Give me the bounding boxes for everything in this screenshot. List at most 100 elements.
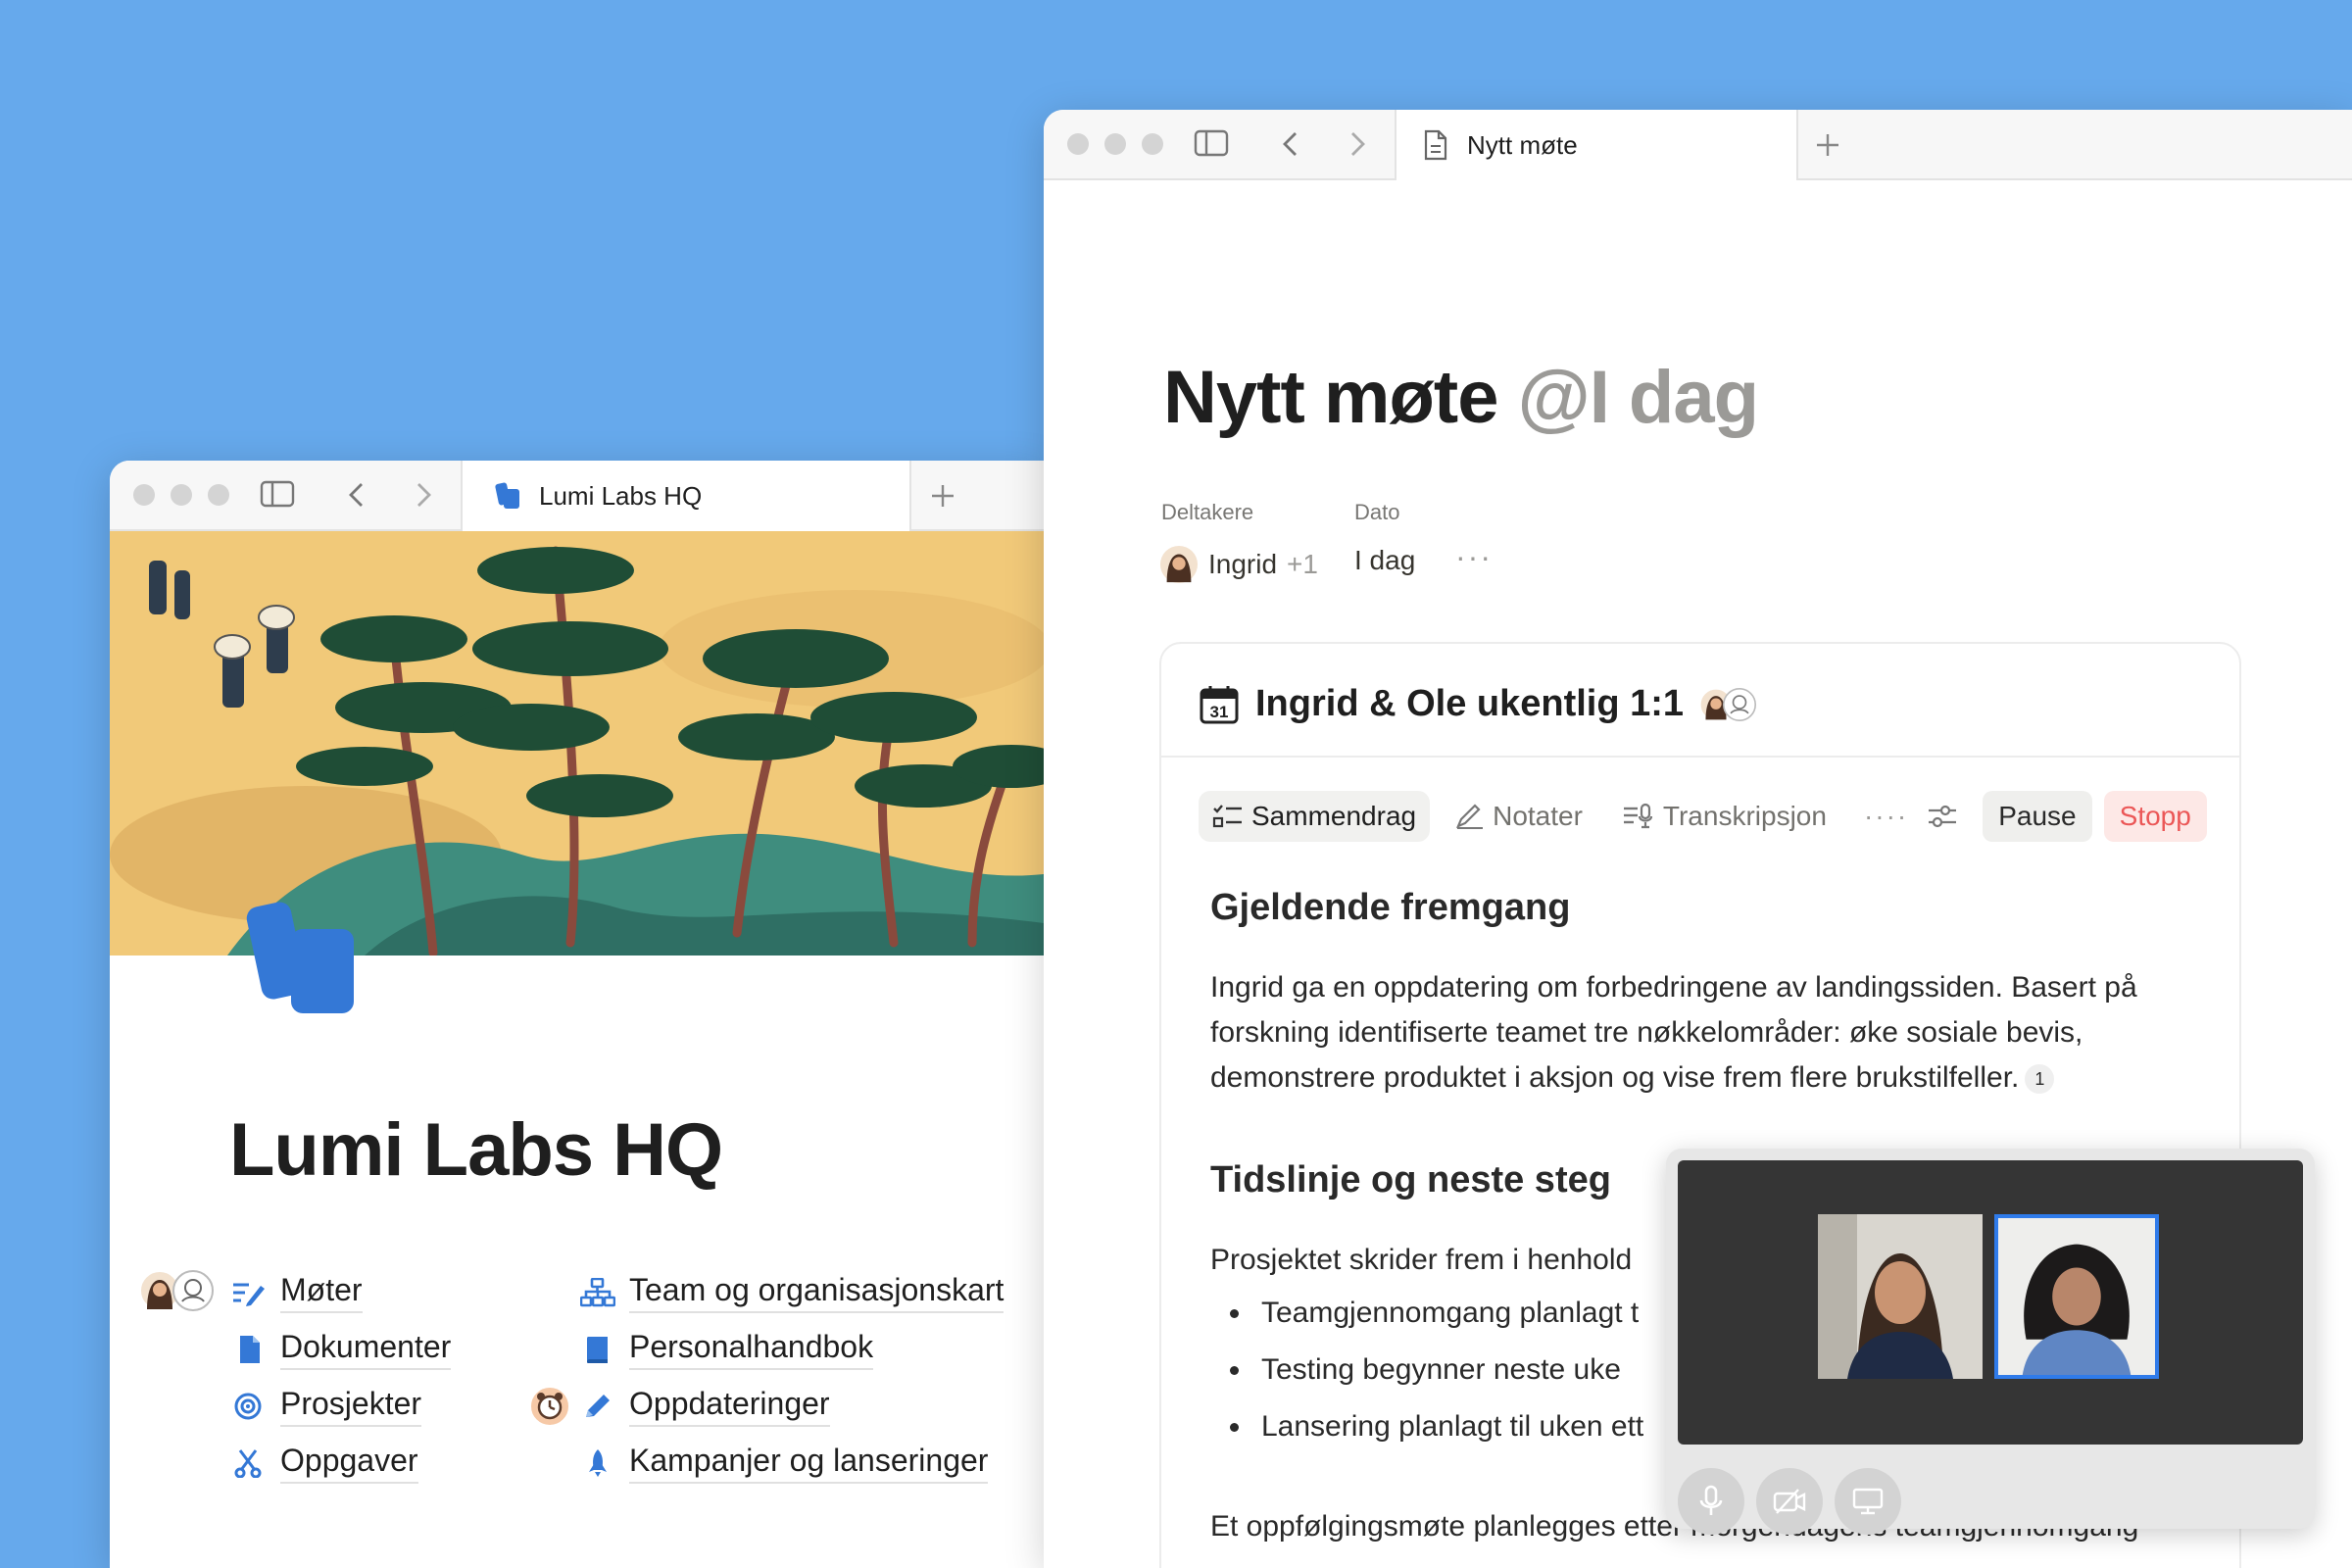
back-icon[interactable] bbox=[1279, 129, 1302, 159]
nav-label: Kampanjer og lanseringer bbox=[629, 1443, 989, 1484]
tab-notes[interactable]: Notater bbox=[1442, 791, 1596, 842]
org-chart-icon bbox=[580, 1278, 615, 1307]
summary-paragraph: Ingrid ga en oppdatering om forbedringen… bbox=[1210, 965, 2210, 1101]
forward-icon[interactable] bbox=[412, 480, 435, 510]
nav-item-team[interactable]: Team og organisasjonskart bbox=[580, 1272, 1004, 1313]
lumi-page-icon[interactable] bbox=[242, 892, 360, 1019]
tab-summary-label: Sammendrag bbox=[1251, 801, 1417, 831]
settings-sliders-icon[interactable] bbox=[1926, 802, 1959, 831]
nav-item-personalhandbok[interactable]: Personalhandbok bbox=[580, 1329, 874, 1370]
card-divider bbox=[1161, 756, 2239, 758]
maximize-dot[interactable] bbox=[1142, 133, 1163, 155]
citation-badge[interactable]: 1 bbox=[2025, 1064, 2055, 1095]
list-item: Testing begynner neste uke bbox=[1210, 1342, 1643, 1398]
participants-value[interactable]: Ingrid +1 bbox=[1159, 545, 1318, 584]
avatar-ingrid bbox=[1159, 545, 1199, 584]
stop-button[interactable]: Stopp bbox=[2103, 791, 2207, 842]
tab-summary[interactable]: Sammendrag bbox=[1199, 791, 1431, 842]
participant-name: Ingrid bbox=[1208, 549, 1278, 579]
alarm-avatar bbox=[529, 1386, 570, 1427]
page-doc-icon bbox=[1424, 129, 1447, 161]
transcript-icon bbox=[1623, 803, 1653, 829]
tab-transcript-label: Transkripsjon bbox=[1662, 801, 1827, 831]
nav-item-dokumenter[interactable]: Dokumenter bbox=[231, 1329, 452, 1370]
card-header: 31 Ingrid & Ole ukentlig 1:1 bbox=[1199, 683, 1757, 725]
camera-off-icon bbox=[1773, 1489, 1806, 1514]
tab-transcript[interactable]: Transkripsjon bbox=[1608, 791, 1840, 842]
scissors-icon bbox=[234, 1449, 262, 1478]
nav-item-oppgaver[interactable]: Oppgaver bbox=[231, 1443, 418, 1484]
summary-icon bbox=[1212, 805, 1242, 828]
pencil-icon bbox=[586, 1395, 610, 1417]
book-icon bbox=[587, 1337, 608, 1363]
page-title: Lumi Labs HQ bbox=[229, 1108, 723, 1192]
close-dot[interactable] bbox=[133, 484, 155, 506]
list-item: Teamgjennomgang planlagt t bbox=[1210, 1285, 1643, 1342]
right-tab-bar: Nytt møte bbox=[1044, 110, 2352, 180]
nav-item-kampanjer[interactable]: Kampanjer og lanseringer bbox=[580, 1443, 989, 1484]
date-label: Dato bbox=[1354, 500, 1400, 524]
screen-share-icon bbox=[1852, 1488, 1884, 1515]
left-tab-bar: Lumi Labs HQ bbox=[110, 461, 1044, 531]
tab-title: Nytt møte bbox=[1467, 129, 1578, 160]
participant-tile-2-active[interactable] bbox=[1994, 1214, 2159, 1379]
nav-item-prosjekter[interactable]: Prosjekter bbox=[231, 1386, 422, 1427]
paragraph-text: Ingrid ga en oppdatering om forbedringen… bbox=[1210, 971, 2137, 1094]
participant-tile-1[interactable] bbox=[1818, 1214, 1983, 1379]
nav-label: Oppdateringer bbox=[629, 1386, 830, 1427]
pause-button[interactable]: Pause bbox=[1983, 791, 2092, 842]
back-icon[interactable] bbox=[345, 480, 368, 510]
participant-extra: +1 bbox=[1287, 549, 1318, 579]
pen-icon bbox=[1455, 804, 1484, 829]
close-dot[interactable] bbox=[1067, 133, 1089, 155]
list-item: Lansering planlagt til uken ett bbox=[1210, 1398, 1643, 1455]
meeting-title: Nytt møte @I dag bbox=[1163, 355, 1759, 440]
date-value[interactable]: I dag bbox=[1354, 545, 1415, 576]
sidebar-toggle-icon[interactable] bbox=[260, 480, 295, 508]
timeline-list: Teamgjennomgang planlagt t Testing begyn… bbox=[1210, 1285, 1643, 1455]
card-avatars bbox=[1699, 687, 1757, 721]
date-mention[interactable]: @I dag bbox=[1518, 356, 1759, 439]
video-screen bbox=[1678, 1160, 2303, 1445]
forward-icon[interactable] bbox=[1346, 129, 1369, 159]
screen-share-button[interactable] bbox=[1835, 1468, 1901, 1535]
window-controls bbox=[1067, 133, 1163, 155]
more-options-button[interactable]: ···· bbox=[1864, 801, 1908, 832]
meeting-notes-icon bbox=[233, 1283, 265, 1306]
sidebar-toggle-icon[interactable] bbox=[1194, 129, 1229, 157]
rocket-icon bbox=[589, 1449, 607, 1477]
calendar-day: 31 bbox=[1210, 703, 1229, 721]
microphone-icon bbox=[1699, 1485, 1723, 1515]
meeting-title-text: Nytt møte bbox=[1163, 356, 1498, 439]
nav-item-moter[interactable]: Møter bbox=[231, 1272, 363, 1313]
nav-label: Prosjekter bbox=[280, 1386, 422, 1427]
maximize-dot[interactable] bbox=[208, 484, 229, 506]
more-props-button[interactable]: ··· bbox=[1455, 539, 1493, 575]
participants-label: Deltakere bbox=[1161, 500, 1254, 524]
microphone-button[interactable] bbox=[1678, 1468, 1744, 1535]
nav-label: Dokumenter bbox=[280, 1329, 452, 1370]
avatar-ole bbox=[172, 1270, 214, 1311]
new-tab-icon[interactable] bbox=[1814, 131, 1841, 159]
meeting-avatars bbox=[139, 1270, 214, 1311]
card-title: Ingrid & Ole ukentlig 1:1 bbox=[1255, 683, 1685, 724]
window-controls bbox=[133, 484, 229, 506]
tab-lumi-labs[interactable]: Lumi Labs HQ bbox=[461, 461, 911, 531]
lumi-labs-window: Lumi Labs HQ Lumi Labs HQ Møter Dokument… bbox=[110, 461, 1044, 1568]
tab-title: Lumi Labs HQ bbox=[539, 480, 703, 511]
target-icon bbox=[234, 1393, 262, 1420]
meeting-toolbar: Sammendrag Notater Transkripsjon ···· Pa… bbox=[1199, 791, 2207, 842]
nav-item-oppdateringer[interactable]: Oppdateringer bbox=[580, 1386, 830, 1427]
minimize-dot[interactable] bbox=[1104, 133, 1126, 155]
tab-nytt-mote[interactable]: Nytt møte bbox=[1395, 110, 1798, 180]
calendar-icon: 31 bbox=[1200, 685, 1239, 723]
lumi-logo-icon bbox=[495, 482, 519, 509]
video-call-overlay[interactable] bbox=[1666, 1149, 2315, 1535]
minimize-dot[interactable] bbox=[171, 484, 192, 506]
nav-label: Personalhandbok bbox=[629, 1329, 874, 1370]
date-text: I dag bbox=[1354, 545, 1416, 575]
new-tab-icon[interactable] bbox=[929, 482, 956, 510]
heading-timeline: Tidslinje og neste steg bbox=[1210, 1159, 1611, 1200]
nav-label: Møter bbox=[280, 1272, 363, 1313]
camera-off-button[interactable] bbox=[1756, 1468, 1823, 1535]
